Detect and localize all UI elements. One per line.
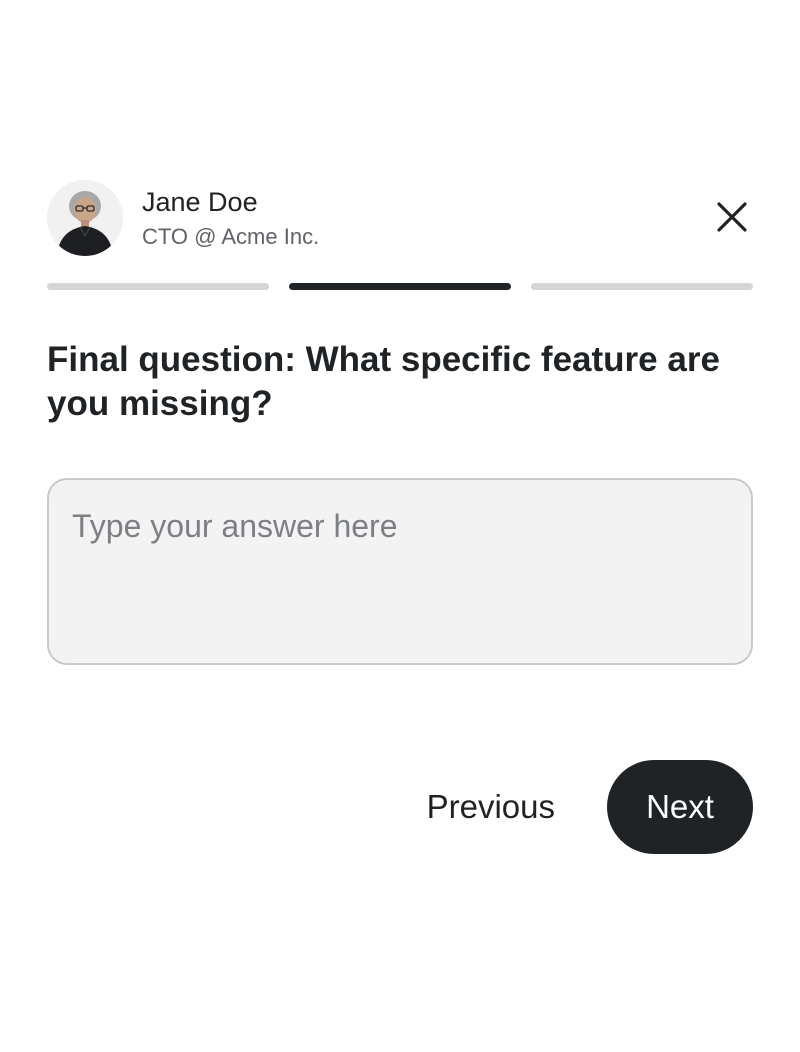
survey-card: Jane Doe CTO @ Acme Inc. Final question:… bbox=[47, 180, 753, 854]
progress-step-3 bbox=[531, 283, 753, 290]
close-button[interactable] bbox=[711, 196, 753, 238]
previous-button[interactable]: Previous bbox=[401, 760, 581, 854]
close-icon bbox=[717, 202, 747, 232]
avatar-photo-icon bbox=[47, 180, 123, 256]
navigation-actions: Previous Next bbox=[401, 760, 753, 854]
avatar bbox=[47, 180, 123, 256]
question-title: Final question: What specific feature ar… bbox=[47, 340, 720, 423]
progress-step-1 bbox=[47, 283, 269, 290]
progress-bar bbox=[47, 283, 753, 290]
survey-header: Jane Doe CTO @ Acme Inc. bbox=[47, 180, 753, 256]
profile-role: CTO @ Acme Inc. bbox=[142, 224, 320, 249]
profile-name: Jane Doe bbox=[142, 187, 258, 217]
progress-step-2 bbox=[289, 283, 511, 290]
answer-input[interactable] bbox=[47, 478, 753, 665]
next-button[interactable]: Next bbox=[607, 760, 753, 854]
